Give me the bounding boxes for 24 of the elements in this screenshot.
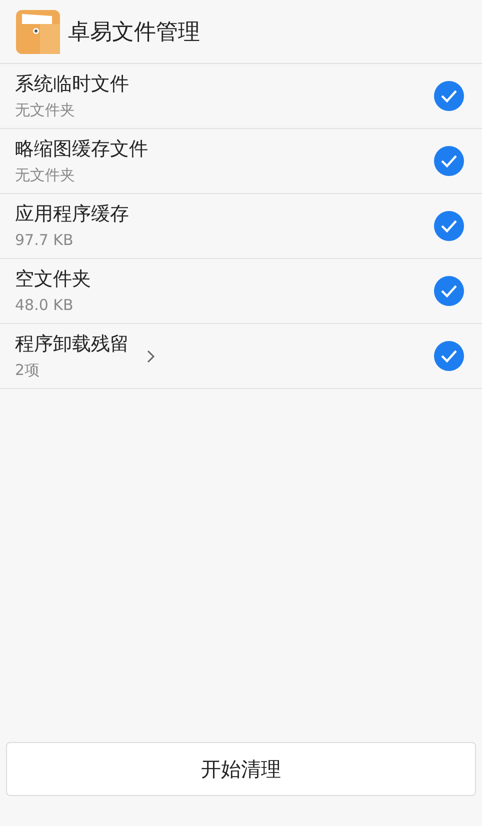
- checkbox[interactable]: [434, 146, 464, 176]
- chevron-icon[interactable]: [147, 350, 155, 362]
- checkmark-icon: [440, 284, 458, 298]
- item-name: 应用程序缓存: [15, 202, 129, 226]
- item-name: 程序卸载残留: [15, 332, 129, 356]
- item-name: 略缩图缓存文件: [15, 137, 148, 161]
- checkbox[interactable]: [434, 211, 464, 241]
- checkmark-icon: [440, 349, 458, 363]
- item-detail: 2项: [15, 360, 41, 380]
- item-detail: 无文件夹: [15, 165, 76, 185]
- folder-icon: [16, 10, 60, 54]
- item-name: 系统临时文件: [15, 72, 129, 96]
- start-clean-button[interactable]: 开始清理: [6, 742, 476, 796]
- checkmark-icon: [440, 89, 458, 103]
- checkmark-icon: [440, 154, 458, 168]
- checkbox[interactable]: [434, 81, 464, 111]
- item-name: 空文件夹: [15, 267, 91, 291]
- item-detail: 97.7 KB: [15, 230, 74, 250]
- checkbox[interactable]: [434, 341, 464, 371]
- checkmark-icon: [440, 219, 458, 233]
- item-detail: 48.0 KB: [15, 295, 74, 315]
- item-detail: 无文件夹: [15, 100, 76, 120]
- app-title: 卓易文件管理: [68, 18, 200, 46]
- checkbox[interactable]: [434, 276, 464, 306]
